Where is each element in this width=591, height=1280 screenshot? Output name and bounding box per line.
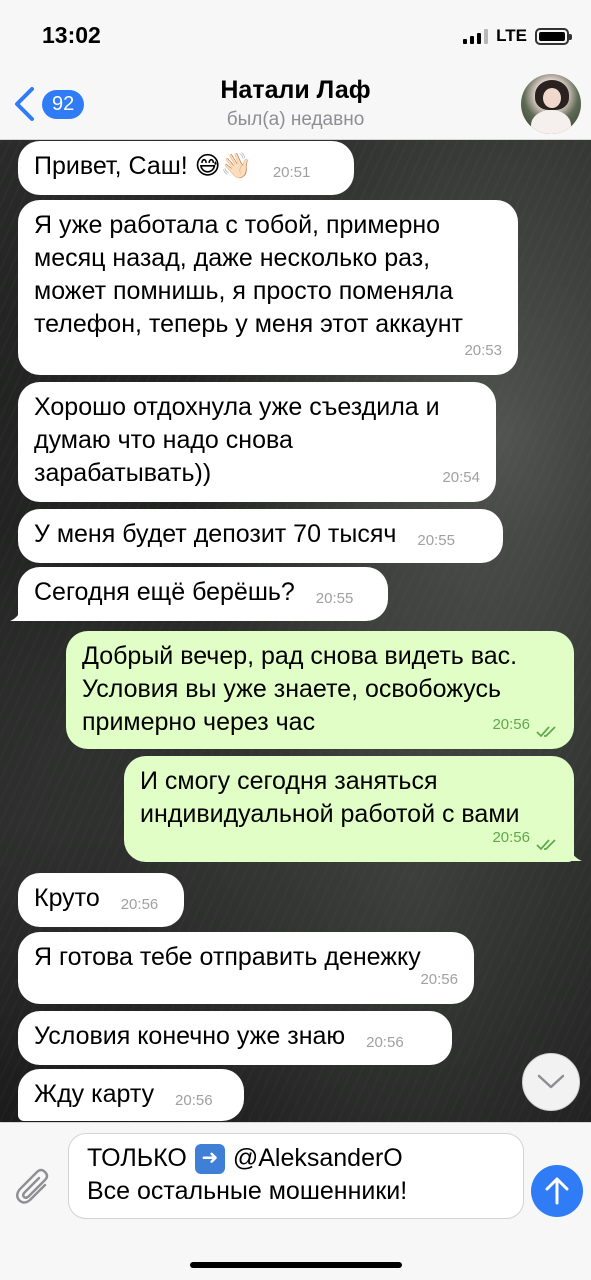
input-text: ТОЛЬКО	[87, 1144, 187, 1172]
message-text: У меня будет депозит 70 тысяч	[34, 520, 397, 548]
chat-title-block[interactable]: Натали Лаф был(а) недавно	[0, 76, 591, 131]
chat-title: Натали Лаф	[220, 76, 371, 104]
message-bubble[interactable]: Условия конечно уже знаю 20:56	[18, 1011, 452, 1065]
chat-last-seen: был(а) недавно	[226, 109, 365, 130]
bubble-tail	[566, 843, 582, 861]
battery-icon	[535, 27, 572, 45]
bubble-tail	[10, 603, 24, 621]
message-text: Условия вы уже знаете, освобожусь	[82, 675, 501, 703]
message-text: Я уже работала с тобой, примерно	[34, 211, 441, 239]
message-time: 20:53	[464, 342, 502, 359]
input-text: Все остальные мошенники!	[87, 1177, 408, 1205]
message-bubble[interactable]: Сегодня ещё берёшь? 20:55	[18, 567, 388, 621]
read-checkmarks-icon	[536, 839, 556, 851]
message-text: Сегодня ещё берёшь?	[34, 578, 295, 606]
message-time: 20:55	[315, 590, 354, 607]
right-arrow-icon: ➜	[194, 1143, 225, 1174]
message-text: И смогу сегодня заняться	[140, 767, 438, 795]
chat-header: 13:02 LTE 92 Натали Лаф был(а) недавно	[0, 0, 591, 140]
signal-icon	[463, 28, 489, 44]
message-text: Жду карту	[34, 1080, 155, 1108]
status-indicators: LTE	[463, 26, 572, 46]
message-text: телефон, теперь у меня этот аккаунт	[34, 310, 463, 338]
message-time: 20:56	[420, 971, 458, 988]
message-time: 20:56	[120, 896, 159, 913]
input-line: ТОЛЬКО ➜ @AleksanderO	[87, 1142, 505, 1175]
message-time: 20:55	[417, 532, 455, 549]
message-time: 20:56	[492, 829, 530, 846]
message-bubble[interactable]: Хорошо отдохнула уже съездила и думаю чт…	[18, 382, 496, 502]
message-text: зарабатывать))	[34, 459, 212, 487]
composer-bar: ТОЛЬКО ➜ @AleksanderO Все остальные моше…	[0, 1122, 591, 1280]
message-bubble[interactable]: У меня будет депозит 70 тысяч 20:55	[18, 509, 503, 563]
message-time: 20:51	[272, 164, 311, 181]
message-text: примерно через час	[82, 708, 316, 736]
message-bubble[interactable]: Привет, Саш! 😅👋🏻 20:51	[18, 141, 354, 195]
message-bubble[interactable]: Я готова тебе отправить денежку 20:56	[18, 932, 474, 1004]
arrow-up-icon	[545, 1177, 569, 1205]
message-time: 20:56	[492, 716, 530, 733]
message-bubble[interactable]: Круто 20:56	[18, 873, 184, 927]
message-bubble[interactable]: Жду карту 20:56	[18, 1069, 244, 1121]
message-text: месяц назад, даже несколько раз,	[34, 244, 431, 272]
message-time: 20:56	[175, 1092, 213, 1109]
message-input[interactable]: ТОЛЬКО ➜ @AleksanderO Все остальные моше…	[68, 1133, 524, 1219]
message-text: Добрый вечер, рад снова видеть вас.	[82, 642, 518, 670]
message-text: Я готова тебе отправить денежку	[34, 943, 421, 971]
message-time: 20:56	[366, 1034, 404, 1051]
network-type: LTE	[496, 26, 527, 45]
message-text: думаю что надо снова	[34, 426, 293, 454]
message-text: Привет, Саш! 😅👋🏻	[34, 152, 252, 180]
message-bubble-outgoing[interactable]: И смогу сегодня заняться индивидуальной …	[124, 756, 574, 862]
message-text: Круто	[34, 884, 100, 912]
read-checkmarks-icon	[536, 726, 556, 738]
message-text: Хорошо отдохнула уже съездила и	[34, 393, 440, 421]
message-text: Условия конечно уже знаю	[34, 1022, 346, 1050]
avatar[interactable]	[521, 74, 581, 134]
scroll-to-bottom-button[interactable]	[522, 1053, 580, 1111]
send-button[interactable]	[531, 1165, 583, 1217]
message-time: 20:54	[442, 469, 480, 486]
chevron-down-icon	[537, 1074, 565, 1089]
message-bubble[interactable]: Я уже работала с тобой, примерно месяц н…	[18, 200, 518, 375]
paperclip-icon[interactable]	[15, 1167, 51, 1207]
input-text: @AleksanderO	[232, 1144, 403, 1172]
status-time: 13:02	[42, 22, 101, 48]
home-indicator	[190, 1262, 402, 1268]
message-text: может помнишь, я просто поменяла	[34, 277, 454, 305]
message-bubble-outgoing[interactable]: Добрый вечер, рад снова видеть вас. Усло…	[66, 631, 574, 749]
